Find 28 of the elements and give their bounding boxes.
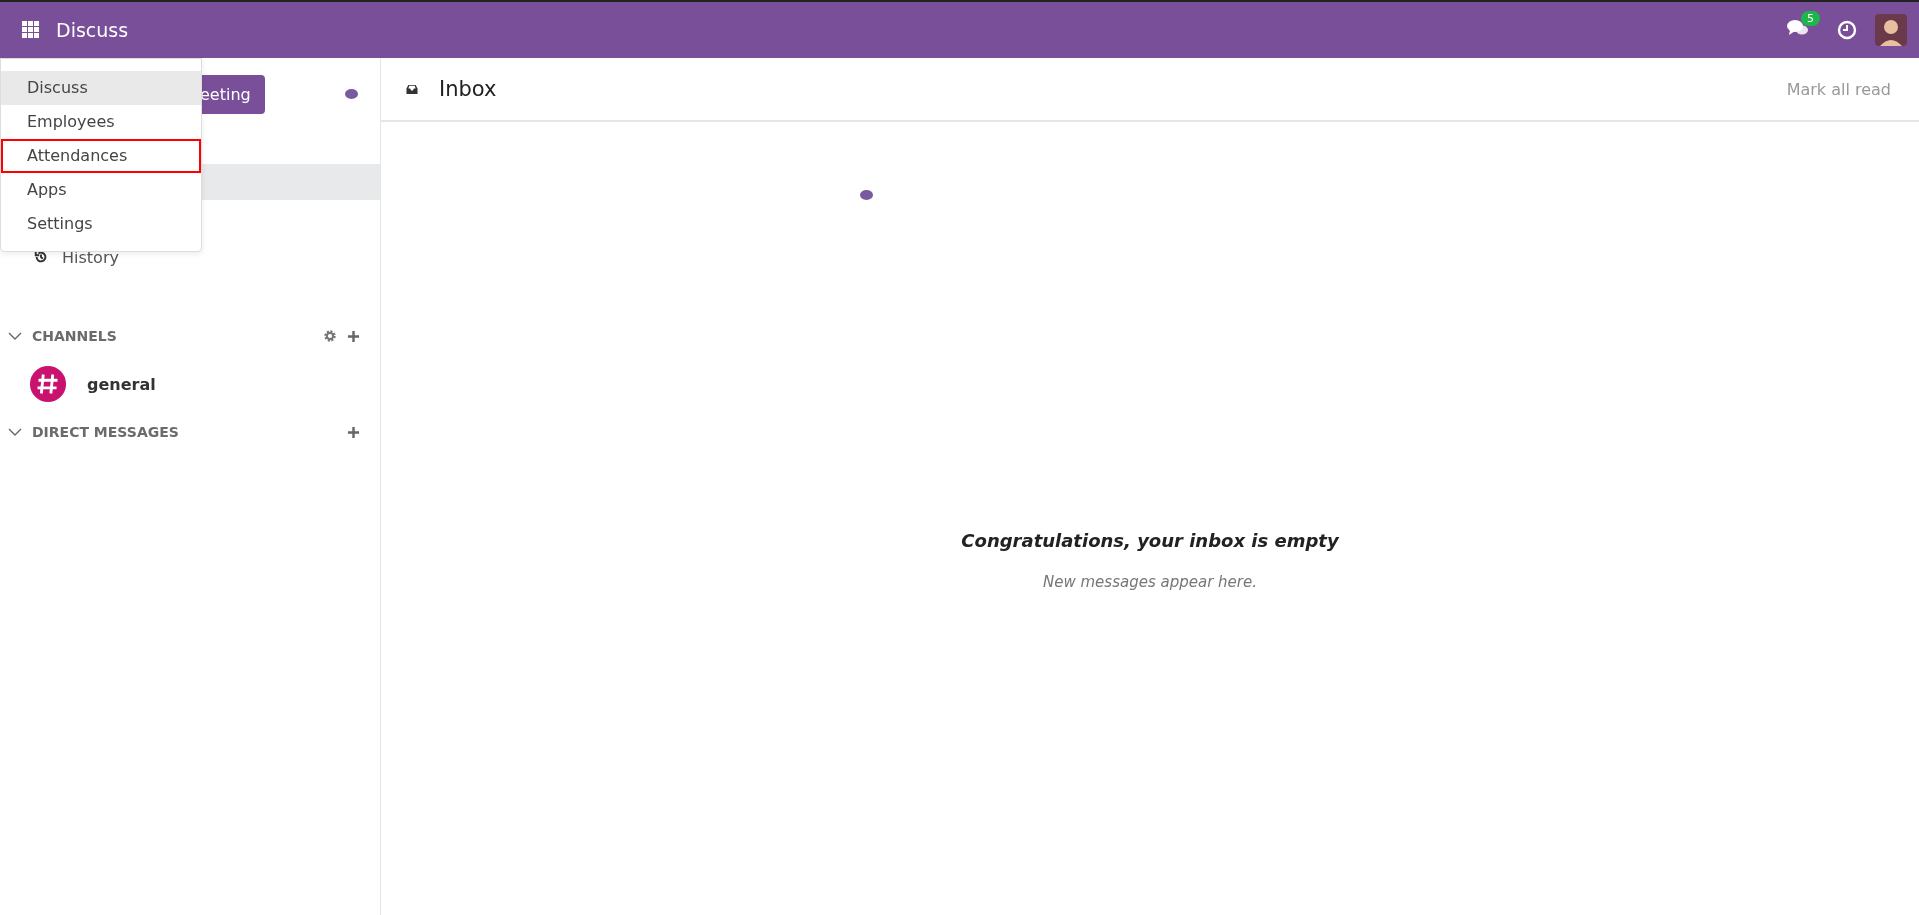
inbox-icon: [405, 83, 419, 95]
history-icon: [34, 250, 48, 264]
section-title[interactable]: DIRECT MESSAGES: [32, 424, 179, 440]
apps-grid-icon[interactable]: [22, 21, 40, 39]
add-icon[interactable]: [347, 425, 360, 439]
message-count-badge: 5: [1801, 11, 1820, 26]
empty-inbox-subtitle: New messages appear here.: [1042, 573, 1258, 591]
menu-item[interactable]: Discuss: [1, 71, 201, 105]
channel-item[interactable]: general: [0, 360, 380, 408]
history-label: History: [62, 247, 119, 267]
menu-item[interactable]: Attendances: [1, 139, 201, 173]
user-avatar[interactable]: [1875, 14, 1907, 46]
inbox-title: Inbox: [439, 77, 497, 101]
section-title[interactable]: CHANNELS: [32, 328, 117, 344]
history-item[interactable]: History: [0, 242, 380, 272]
clock-icon[interactable]: [1837, 20, 1857, 40]
settings-icon[interactable]: [323, 329, 337, 343]
chevron-down-icon[interactable]: [8, 332, 22, 340]
loading-dot: [860, 190, 873, 200]
chevron-down-icon[interactable]: [8, 428, 22, 436]
app-title[interactable]: Discuss: [56, 19, 129, 41]
add-icon[interactable]: [347, 329, 360, 343]
empty-inbox-title: Congratulations, your inbox is empty: [961, 530, 1339, 551]
loading-dot: [344, 89, 358, 99]
chat-bubbles-icon[interactable]: [1787, 19, 1809, 37]
menu-item[interactable]: Apps: [1, 173, 201, 207]
menu-item[interactable]: Settings: [1, 207, 201, 241]
channel-name: general: [87, 374, 156, 394]
